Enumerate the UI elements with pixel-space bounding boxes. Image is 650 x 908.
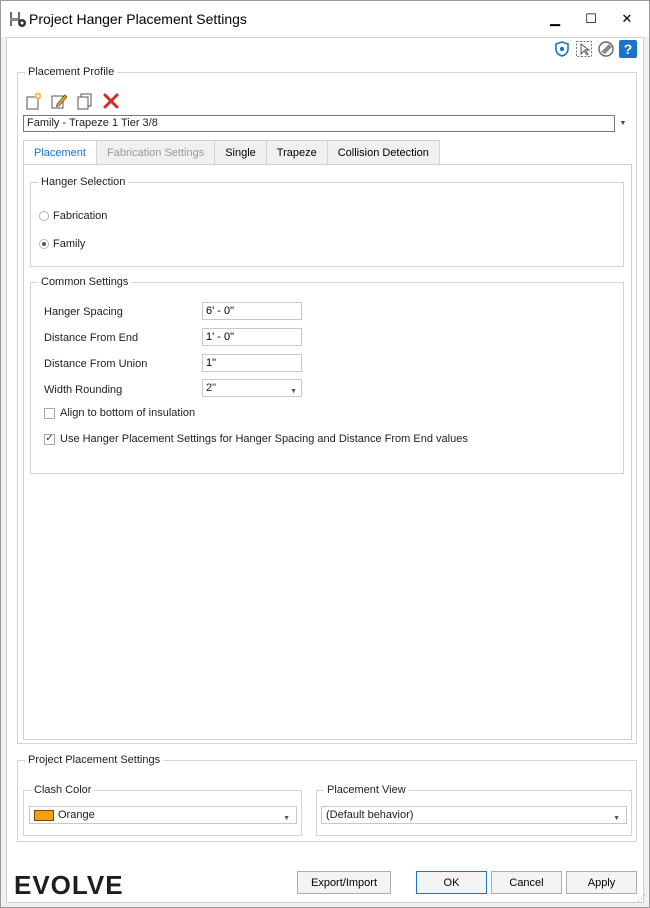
resize-grip-icon[interactable]: ⋰ — [637, 893, 646, 904]
copy-profile-icon[interactable] — [75, 91, 95, 111]
placement-profile-legend: Placement Profile — [28, 66, 115, 78]
align-bottom-checkbox[interactable]: Align to bottom of insulation — [44, 407, 195, 419]
checkmark-icon[interactable]: ✓ — [44, 433, 55, 445]
chevron-down-icon[interactable]: ▼ — [283, 812, 290, 825]
placement-view-legend: Placement View — [327, 784, 406, 796]
common-settings-legend: Common Settings — [41, 276, 129, 288]
tab-single[interactable]: Single — [215, 140, 267, 165]
cancel-button[interactable]: Cancel — [491, 871, 562, 894]
profile-select[interactable]: Family - Trapeze 1 Tier 3/8 — [23, 115, 615, 132]
tab-trapeze[interactable]: Trapeze — [266, 140, 328, 165]
placement-view-select[interactable]: (Default behavior) ▼ — [321, 806, 627, 824]
color-swatch — [34, 809, 54, 821]
window-title: Project Hanger Placement Settings — [29, 11, 247, 27]
clash-color-legend: Clash Color — [34, 784, 92, 796]
align-bottom-label: Align to bottom of insulation — [60, 407, 196, 419]
hanger-spacing-input[interactable]: 6' - 0" — [202, 302, 302, 320]
new-profile-icon[interactable] — [23, 91, 43, 111]
minimize-button[interactable]: ▁ — [537, 1, 573, 37]
use-settings-label: Use Hanger Placement Settings for Hanger… — [60, 433, 468, 445]
ok-button[interactable]: OK — [416, 871, 487, 894]
radio-fabrication[interactable]: Fabrication — [39, 210, 107, 222]
shield-icon[interactable] — [553, 40, 571, 58]
radio-circle[interactable] — [39, 239, 49, 249]
clash-color-value: Orange — [58, 809, 95, 821]
eraser-icon[interactable] — [597, 40, 615, 58]
settings-tabs: Placement Fabrication Settings Single Tr… — [23, 140, 440, 165]
checkbox-box[interactable] — [44, 407, 55, 419]
svg-text:?: ? — [624, 41, 633, 57]
select-cursor-icon[interactable] — [575, 40, 593, 58]
apply-button[interactable]: Apply — [566, 871, 637, 894]
distance-from-end-label: Distance From End — [44, 332, 139, 344]
radio-fabrication-label: Fabrication — [53, 210, 108, 222]
top-toolbar: ? — [553, 40, 637, 58]
tab-placement[interactable]: Placement — [23, 140, 97, 165]
width-rounding-value: 2" — [206, 382, 217, 394]
chevron-down-icon[interactable]: ▼ — [613, 812, 620, 825]
radio-family[interactable]: Family — [39, 238, 85, 250]
close-button[interactable]: ✕ — [609, 1, 645, 37]
radio-family-label: Family — [53, 238, 86, 250]
placement-view-value: (Default behavior) — [326, 809, 414, 821]
width-rounding-select[interactable]: 2" ▼ — [202, 379, 302, 397]
tab-collision-detection[interactable]: Collision Detection — [327, 140, 440, 165]
hanger-selection-legend: Hanger Selection — [41, 176, 126, 188]
chevron-down-icon[interactable]: ▼ — [290, 385, 297, 398]
maximize-button[interactable]: ☐ — [573, 1, 609, 37]
hanger-spacing-label: Hanger Spacing — [44, 306, 123, 318]
tab-fabrication-settings[interactable]: Fabrication Settings — [96, 140, 216, 165]
close-icon: ✕ — [621, 11, 633, 26]
width-rounding-label: Width Rounding — [44, 384, 123, 396]
distance-from-union-input[interactable]: 1" — [202, 354, 302, 372]
use-settings-checkbox[interactable]: ✓ Use Hanger Placement Settings for Hang… — [44, 433, 468, 445]
delete-profile-icon[interactable] — [101, 91, 121, 111]
distance-from-end-input[interactable]: 1' - 0" — [202, 328, 302, 346]
minimize-icon: ▁ — [550, 11, 560, 26]
project-placement-legend: Project Placement Settings — [28, 754, 161, 766]
radio-circle[interactable] — [39, 211, 49, 221]
evolve-logo: EVOLVE — [14, 870, 124, 900]
chevron-down-icon[interactable]: ▼ — [615, 115, 631, 132]
edit-profile-icon[interactable] — [49, 91, 69, 111]
clash-color-select[interactable]: Orange ▼ — [29, 806, 297, 824]
title-bar: Project Hanger Placement Settings ▁ ☐ ✕ — [1, 1, 649, 37]
maximize-icon: ☐ — [585, 11, 597, 26]
distance-from-union-label: Distance From Union — [44, 358, 148, 370]
dialog-window: Project Hanger Placement Settings ▁ ☐ ✕ … — [0, 0, 650, 908]
profile-toolbar — [23, 91, 121, 111]
export-import-button[interactable]: Export/Import — [297, 871, 391, 894]
hanger-app-icon — [10, 12, 26, 27]
help-icon[interactable]: ? — [619, 40, 637, 58]
hanger-selection-group: Hanger Selection — [30, 176, 624, 267]
